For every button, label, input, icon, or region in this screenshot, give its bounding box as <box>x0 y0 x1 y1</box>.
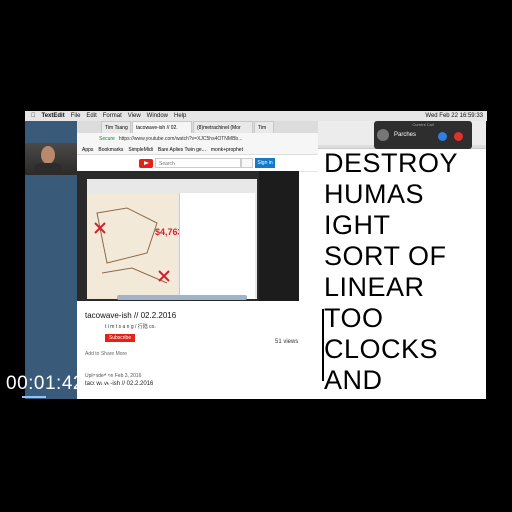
tab-tim[interactable]: Tim <box>254 121 274 133</box>
text-cursor <box>322 309 324 381</box>
browser-window: Tim Tsang tacowave-ish // 02. (8)metrach… <box>77 121 318 399</box>
bookmark-bookmarks[interactable]: Bookmarks <box>98 147 123 153</box>
youtube-logo-icon[interactable] <box>139 159 153 168</box>
text-line: AND <box>324 365 383 395</box>
chat-panel <box>179 193 255 299</box>
bookmark-apps[interactable]: Apps <box>82 147 93 153</box>
timecode-overlay: 00:01:42;16 <box>6 373 112 394</box>
text-line: CLOCKS <box>324 334 439 364</box>
caller-avatar <box>377 129 389 141</box>
menu-view[interactable]: View <box>128 113 141 119</box>
tab-bar: Tim Tsang tacowave-ish // 02. (8)metrach… <box>77 121 318 133</box>
call-popup: Current Call Parches <box>374 121 472 149</box>
sign-in-button[interactable]: Sign in <box>255 158 275 168</box>
tab-tim-tsang[interactable]: Tim Tsang <box>101 121 131 133</box>
tab-metrachinel[interactable]: (8)metrachinel (Mor <box>193 121 253 133</box>
tab-tacowave[interactable]: tacowave-ish // 02. <box>132 121 192 133</box>
search-button[interactable] <box>241 158 253 168</box>
bookmark-simplemidi[interactable]: SimpleMidi <box>128 147 152 153</box>
subscribe-button[interactable]: Subscribe <box>105 334 135 342</box>
text-line: IGHT <box>324 210 391 240</box>
sketch-drawing <box>94 207 170 284</box>
video-title: tacowave-ish // 02.2.2016 <box>85 311 177 320</box>
bookmarks-bar: Apps Bookmarks SimpleMidi Bare Aplies Tw… <box>77 145 318 155</box>
mac-dock <box>117 295 247 300</box>
menu-window[interactable]: Window <box>147 113 168 119</box>
webcam-feed <box>25 143 77 175</box>
url-text[interactable]: https://www.youtube.com/watch?v=XJC5hs4O… <box>119 136 243 142</box>
text-line: DESTROY <box>324 148 459 178</box>
video-actions[interactable]: Add to Share More <box>85 351 127 357</box>
person-head <box>41 146 55 164</box>
secure-badge: Secure <box>99 136 115 142</box>
textedit-window: DESTROY HUMAS IGHT SORT OF LINEAR TOO CL… <box>318 121 486 399</box>
bookmark-monk-prophet[interactable]: monk+prophet <box>211 147 243 153</box>
video-content: $4,763,404.54 <box>87 179 257 300</box>
address-bar[interactable]: Secure https://www.youtube.com/watch?v=X… <box>77 133 318 145</box>
menu-app-name[interactable]: TextEdit <box>42 113 65 119</box>
mac-menu-bar:  TextEdit File Edit Format View Window … <box>25 111 487 121</box>
video-sidebar <box>259 171 299 301</box>
scrub-indicator <box>22 396 46 398</box>
youtube-header: Search Sign in <box>77 155 318 172</box>
document-text[interactable]: DESTROY HUMAS IGHT SORT OF LINEAR TOO CL… <box>324 148 486 396</box>
view-count: 51 views <box>275 339 299 345</box>
text-line: LINEAR <box>324 272 425 302</box>
decline-call-button[interactable] <box>454 132 463 141</box>
accept-call-button[interactable] <box>438 132 447 141</box>
menu-file[interactable]: File <box>71 113 81 119</box>
menu-help[interactable]: Help <box>174 113 186 119</box>
sketch-image <box>87 193 177 299</box>
video-player[interactable]: $4,763,404.54 <box>77 171 299 301</box>
call-title: Current Call <box>412 122 434 127</box>
menu-clock[interactable]: Wed Feb 22 16:59:33 <box>425 113 483 119</box>
apple-icon[interactable]:  <box>31 113 36 119</box>
bookmark-bare-aplies[interactable]: Bare Aplies Twin ge... <box>158 147 206 153</box>
menu-edit[interactable]: Edit <box>86 113 96 119</box>
caller-name: Parches <box>394 132 417 138</box>
search-input[interactable]: Search <box>155 158 241 168</box>
menu-format[interactable]: Format <box>103 113 122 119</box>
text-line: HUMAS <box>324 179 425 209</box>
person-body <box>34 163 62 175</box>
text-line: SORT OF <box>324 241 447 271</box>
text-line: TOO <box>324 303 384 333</box>
channel-name[interactable]: t i m t s a n g / 行陆 co. <box>105 323 156 330</box>
